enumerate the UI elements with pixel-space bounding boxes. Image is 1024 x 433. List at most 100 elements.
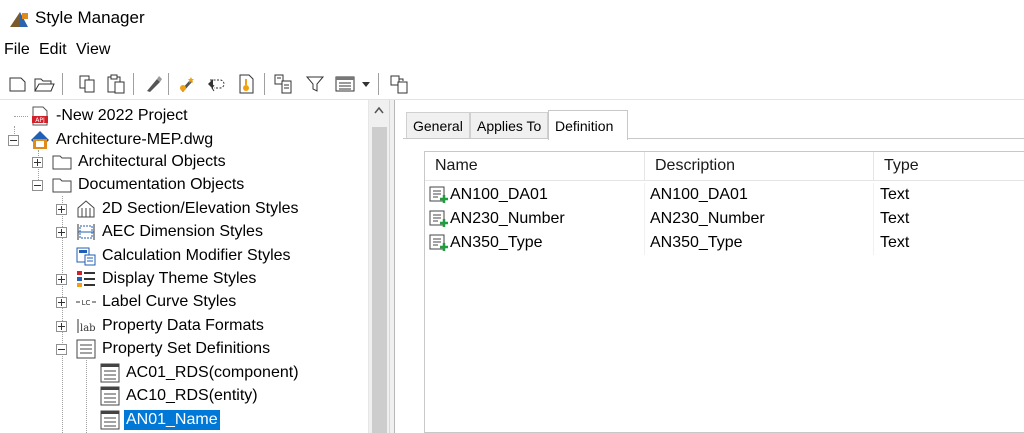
- column-header-name[interactable]: Name: [425, 152, 645, 180]
- scroll-up-arrow-icon[interactable]: [374, 106, 384, 114]
- toolbar-separator: [264, 73, 265, 95]
- window-title: Style Manager: [35, 8, 145, 27]
- tree-node-label: Documentation Objects: [78, 176, 245, 193]
- scrollbar-thumb[interactable]: [372, 127, 387, 433]
- menu-file[interactable]: File: [4, 41, 30, 59]
- tree-node-project[interactable]: APJ -New 2022 Project: [30, 105, 190, 127]
- tab-applies-to[interactable]: Applies To: [470, 112, 549, 139]
- svg-text:LC: LC: [82, 299, 91, 307]
- row-type: Text: [880, 210, 910, 227]
- tree-node-section-elevation-styles[interactable]: 2D Section/Elevation Styles: [76, 198, 301, 220]
- property-set-item-icon: [100, 410, 120, 430]
- property-set-item-icon: [100, 363, 120, 383]
- collapse-icon[interactable]: [56, 344, 67, 355]
- row-name: AN350_Type: [450, 234, 543, 251]
- menu-edit[interactable]: Edit: [39, 41, 67, 59]
- tree-scrollbar[interactable]: [368, 100, 389, 433]
- new-icon[interactable]: [7, 72, 29, 96]
- help-icon[interactable]: [388, 72, 410, 96]
- tree-node-label: Property Data Formats: [102, 317, 264, 334]
- toolbar-separator: [378, 73, 379, 95]
- tree-node-label: AC10_RDS(entity): [126, 387, 258, 404]
- property-definition-icon: [429, 186, 448, 203]
- update-standards-icon[interactable]: [236, 72, 258, 96]
- view-mode-icon[interactable]: [333, 72, 359, 96]
- tree-node-label: AC01_RDS(component): [126, 364, 299, 381]
- expand-icon[interactable]: [56, 227, 67, 238]
- filter-icon[interactable]: [304, 72, 326, 96]
- tree-connector: [14, 116, 28, 117]
- tree-node-ac01-rds-component[interactable]: AC01_RDS(component): [100, 362, 301, 384]
- collapse-icon[interactable]: [32, 180, 43, 191]
- expand-icon[interactable]: [56, 274, 67, 285]
- tree-node-architectural-objects[interactable]: Architectural Objects: [52, 151, 228, 173]
- style-manager-app-icon: [10, 12, 28, 27]
- row-name: AN100_DA01: [450, 186, 548, 203]
- toolbar-separator: [168, 73, 169, 95]
- table-row[interactable]: AN230_Number AN230_Number Text: [425, 207, 1024, 231]
- toolbar-separator: [133, 73, 134, 95]
- row-name: AN230_Number: [450, 210, 565, 227]
- toggle-view-icon[interactable]: [272, 72, 294, 96]
- tree-node-display-theme-styles[interactable]: Display Theme Styles: [76, 268, 258, 290]
- tree-node-documentation-objects[interactable]: Documentation Objects: [52, 174, 246, 196]
- row-type: Text: [880, 234, 910, 251]
- tree-node-property-data-formats[interactable]: lab Property Data Formats: [76, 315, 266, 337]
- header-divider: [425, 180, 1024, 181]
- copy-icon[interactable]: [76, 72, 98, 96]
- calculation-modifier-icon: [76, 247, 96, 266]
- property-set-icon: [76, 339, 96, 359]
- menu-view[interactable]: View: [76, 41, 110, 59]
- display-theme-icon: [77, 271, 95, 287]
- tree-node-label: -New 2022 Project: [56, 107, 188, 124]
- row-description: AN350_Type: [650, 234, 743, 251]
- menu-bar: File Edit View: [0, 38, 1024, 62]
- property-definition-icon: [429, 234, 448, 251]
- drawing-file-icon: [31, 131, 49, 149]
- tree-node-label: 2D Section/Elevation Styles: [102, 200, 299, 217]
- tree-node-an01-name[interactable]: AN01_Name: [100, 409, 220, 431]
- table-row[interactable]: AN350_Type AN350_Type Text: [425, 231, 1024, 255]
- title-bar: Style Manager: [0, 0, 1024, 36]
- expand-icon[interactable]: [56, 321, 67, 332]
- expand-icon[interactable]: [56, 204, 67, 215]
- tree-node-label: Architectural Objects: [78, 153, 226, 170]
- tree-node-label: Architecture-MEP.dwg: [56, 131, 214, 148]
- tree-node-label-curve-styles[interactable]: LC Label Curve Styles: [76, 291, 238, 313]
- expand-icon[interactable]: [56, 297, 67, 308]
- view-mode-dropdown-icon[interactable]: [360, 72, 372, 96]
- table-row[interactable]: AN100_DA01 AN100_DA01 Text: [425, 183, 1024, 207]
- tree-node-aec-dimension-styles[interactable]: AEC Dimension Styles: [76, 221, 265, 243]
- collapse-icon[interactable]: [8, 135, 19, 146]
- paste-icon[interactable]: [105, 72, 127, 96]
- tree-node-drawing[interactable]: Architecture-MEP.dwg: [30, 129, 215, 151]
- label-curve-icon: LC: [76, 299, 96, 307]
- row-type: Text: [880, 186, 910, 203]
- svg-text:APJ: APJ: [35, 117, 45, 124]
- tree-node-label: Property Set Definitions: [102, 340, 271, 357]
- tree-node-label: Calculation Modifier Styles: [102, 247, 291, 264]
- tab-general[interactable]: General: [406, 112, 470, 139]
- tree-node-calculation-modifier-styles[interactable]: Calculation Modifier Styles: [76, 245, 293, 267]
- sync-icon[interactable]: [206, 72, 228, 96]
- svg-text:lab: lab: [80, 323, 96, 334]
- row-description: AN100_DA01: [650, 186, 748, 203]
- tree-node-ac10-rds-entity[interactable]: AC10_RDS(entity): [100, 385, 260, 407]
- tree-node-label-selected: AN01_Name: [124, 410, 220, 430]
- property-definition-icon: [429, 210, 448, 227]
- purge-icon[interactable]: [143, 72, 165, 96]
- tab-definition[interactable]: Definition: [548, 110, 628, 140]
- column-header-type[interactable]: Type: [874, 152, 1024, 180]
- tree-connector: [86, 360, 87, 433]
- folder-icon: [52, 178, 72, 193]
- column-header-description[interactable]: Description: [645, 152, 873, 180]
- expand-icon[interactable]: [32, 157, 43, 168]
- aec-dimension-icon: [77, 224, 95, 240]
- tree-node-label: Display Theme Styles: [102, 270, 257, 287]
- toolbar-separator: [62, 73, 63, 95]
- project-apj-icon: APJ: [32, 106, 48, 126]
- open-icon[interactable]: [33, 72, 55, 96]
- tree-node-property-set-definitions[interactable]: Property Set Definitions: [76, 338, 272, 360]
- edit-style-icon[interactable]: [176, 72, 198, 96]
- row-description: AN230_Number: [650, 210, 765, 227]
